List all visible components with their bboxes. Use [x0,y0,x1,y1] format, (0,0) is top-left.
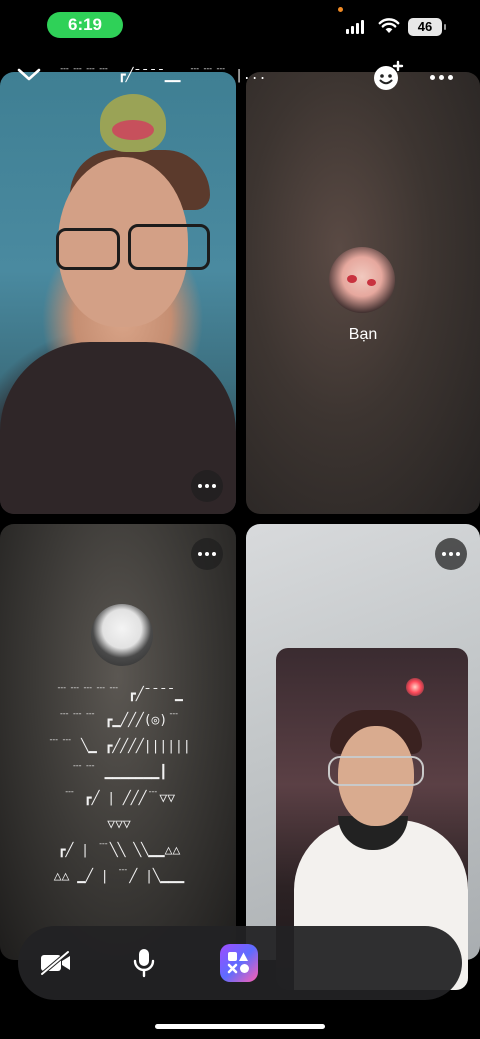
recording-indicator-icon [338,7,343,12]
self-view-glasses [328,756,424,786]
glasses-lens-left [56,228,120,270]
chevron-down-icon [17,68,41,81]
sparkle-light-icon [406,678,424,696]
display-name-line: ﹉﹉﹉﹉﹉ ┏╱¯¯¯¯▁ [55,687,183,702]
add-effect-emoji-icon[interactable] [372,60,404,92]
avatar [329,247,395,313]
participant-avatar-tile-self[interactable]: Bạn [246,72,480,514]
frog-mouth-shape [112,120,154,140]
call-header: ﹉﹉﹉﹉ ┏╱¯¯¯¯▁▁ ﹉﹉﹉ |... [0,58,480,98]
participant-name: Bạn [348,326,378,343]
call-controls-bar [18,926,462,1000]
wifi-icon [378,18,400,33]
camera-off-icon [40,950,70,976]
minimize-call-button[interactable] [14,60,44,90]
apps-icon [227,952,249,974]
call-title: ﹉﹉﹉﹉ ┏╱¯¯¯¯▁▁ ﹉﹉﹉ |... [58,68,267,83]
display-name-line: ﹉ ┏╱ | ╱╱╱﹉▽▽ [62,791,176,806]
display-name-line: ﹉﹉ ▁▁▁▁▁▁▁┃ [70,765,168,780]
toggle-camera-button[interactable] [36,943,76,983]
display-name-line: ▽▽▽ [107,817,131,832]
tile-more-options-button[interactable] [191,470,223,502]
participant-video-tile[interactable] [0,72,236,514]
microphone-icon [133,949,155,978]
participant-display-name: ﹉﹉﹉﹉﹉ ┏╱¯¯¯¯▁ ﹉﹉﹉ ┏▁╱╱╱(◎)﹉ ﹉﹉ ╲▁ ┏╱╱╱╱|||… [14,682,224,890]
toggle-microphone-button[interactable] [124,943,164,983]
status-bar: 6:19 46 [0,0,480,50]
cellular-signal-icon [346,20,364,34]
tile-more-options-button[interactable] [191,538,223,570]
tile-more-options-button[interactable] [435,538,467,570]
display-name-line: ﹉﹉ ╲▁ ┏╱╱╱╱|||||| [47,739,191,754]
call-more-options-button[interactable] [426,62,456,92]
home-indicator[interactable] [155,1024,325,1029]
display-name-line: △△ ▁╱ | ﹉╱ |╲▁▁▁ [53,869,185,884]
avatar [91,604,153,666]
display-name-line: ﹉﹉﹉ ┏▁╱╱╱(◎)﹉ [57,713,181,728]
display-name-line: ┏╱ | ﹉╲╲ ╲╲▁▁△△ [57,843,181,858]
glasses-lens-right [128,224,210,270]
battery-indicator: 46 [408,18,446,36]
participant-avatar-tile[interactable]: ﹉﹉﹉﹉﹉ ┏╱¯¯¯¯▁ ﹉﹉﹉ ┏▁╱╱╱(◎)﹉ ﹉﹉ ╲▁ ┏╱╱╱╱|||… [0,524,236,960]
call-apps-button[interactable] [220,944,258,982]
status-time[interactable]: 6:19 [47,12,123,38]
